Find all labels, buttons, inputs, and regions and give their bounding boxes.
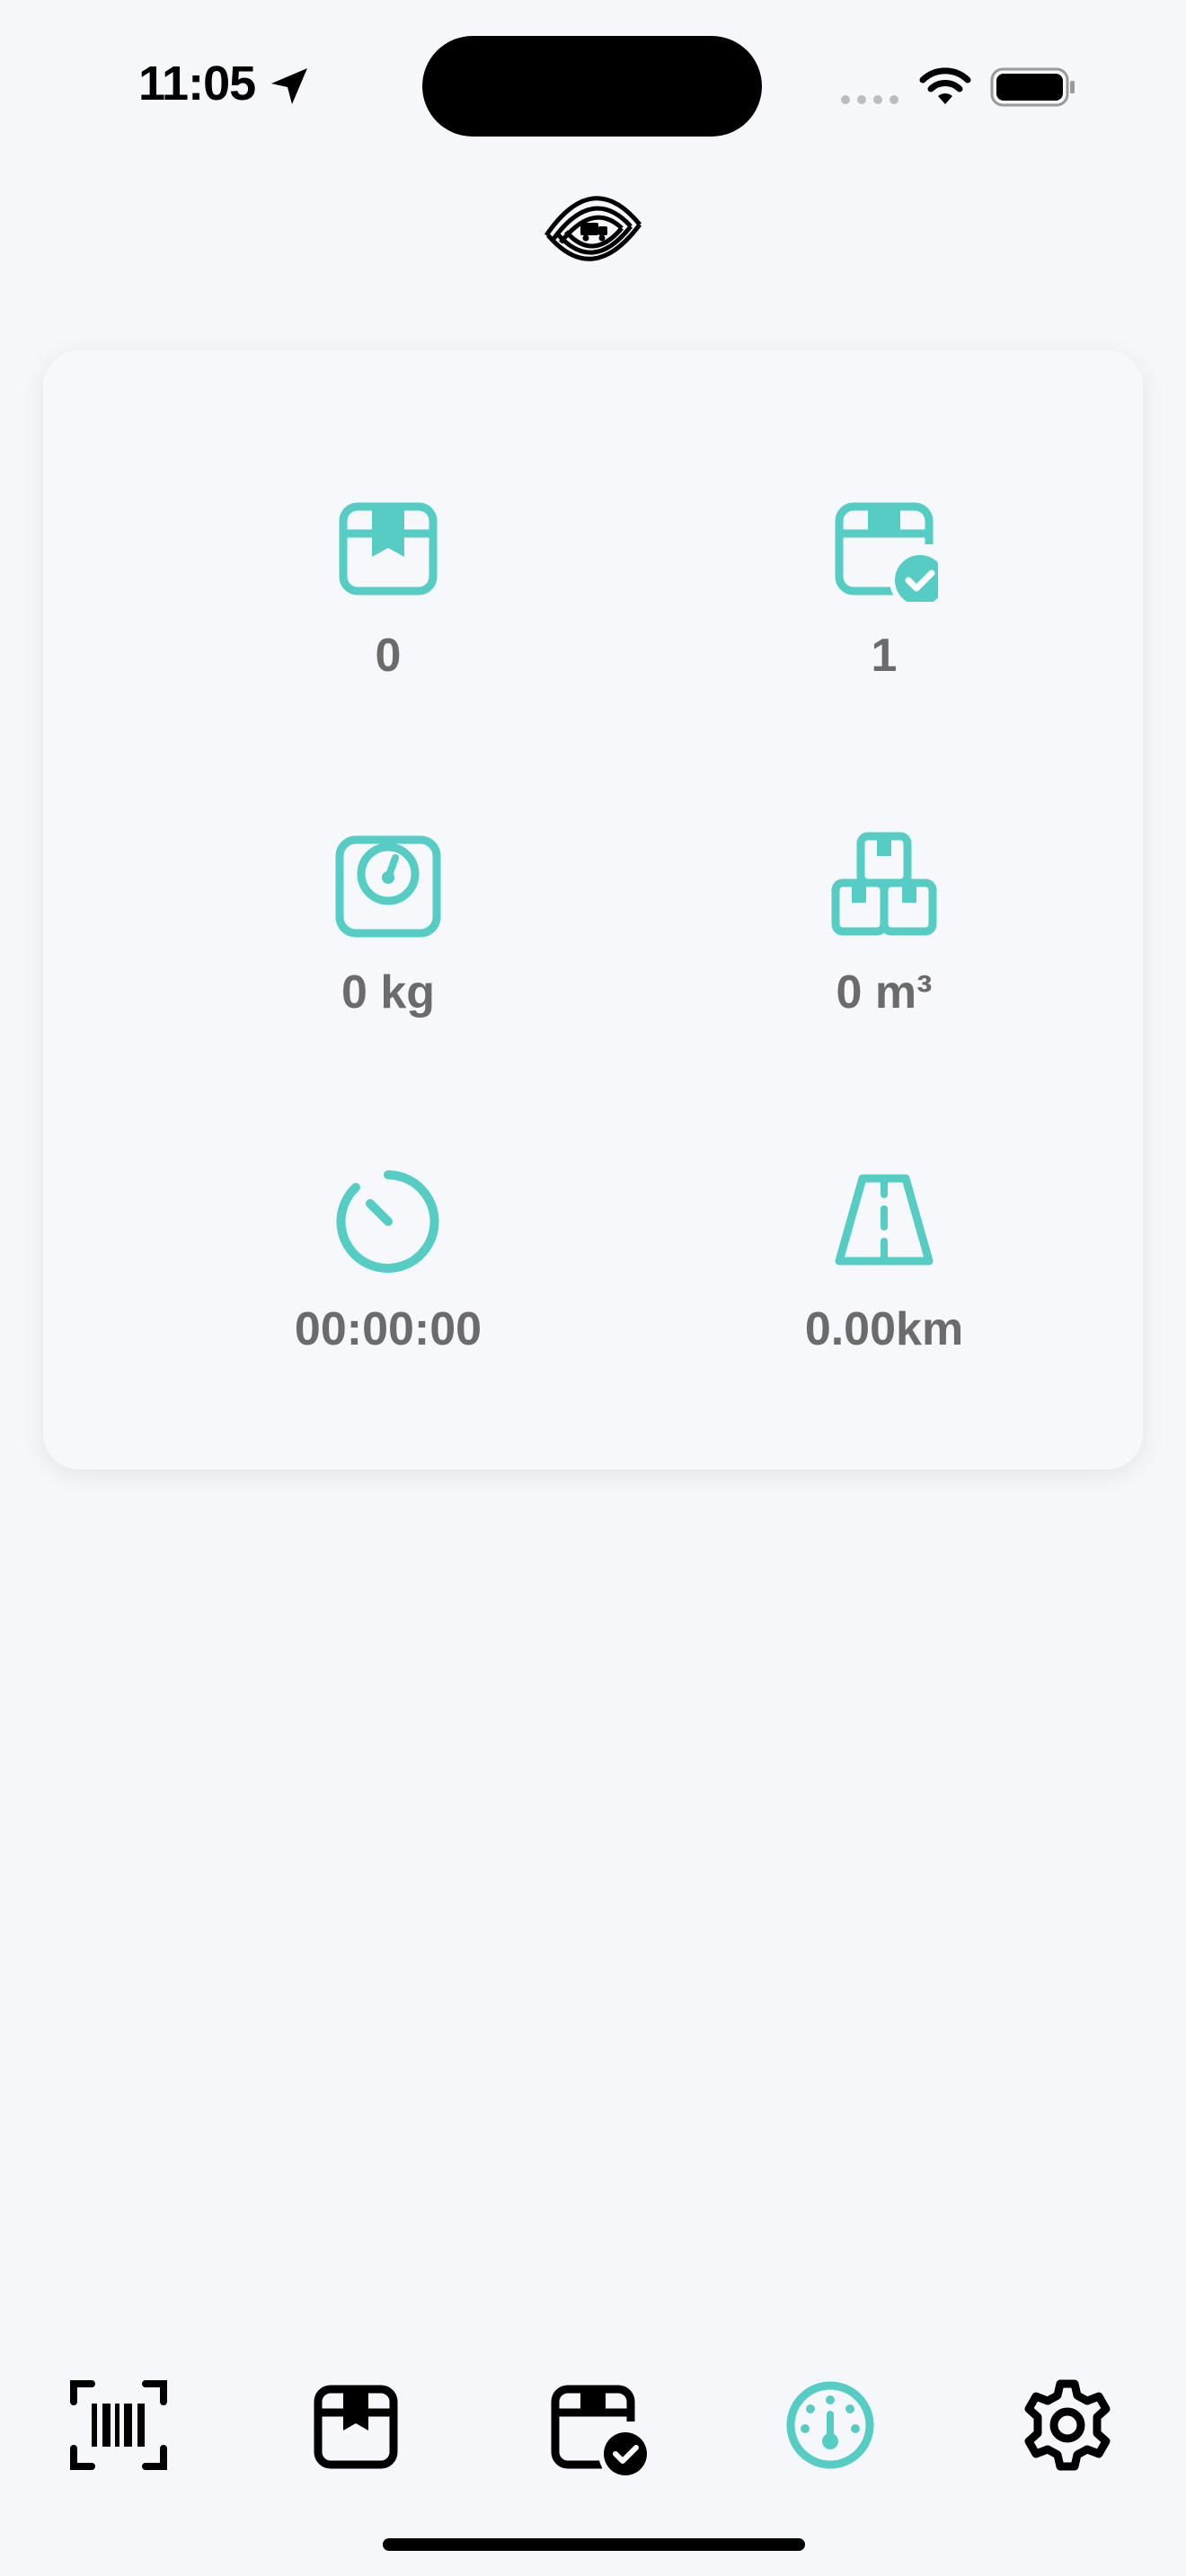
package-icon xyxy=(314,2385,398,2469)
stat-value: 1 xyxy=(871,630,898,682)
gauge-icon xyxy=(786,2381,874,2469)
stat-value: 0 xyxy=(375,630,402,682)
barcode-scan-icon xyxy=(70,2380,167,2470)
status-time: 11:05 xyxy=(138,57,256,110)
stat-volume: 0 m³ xyxy=(704,831,1064,1082)
battery-icon xyxy=(990,67,1075,107)
location-arrow-icon xyxy=(271,68,307,104)
package-check-icon xyxy=(835,502,938,602)
signal-dots-icon xyxy=(841,95,898,104)
stat-value: 0 kg xyxy=(341,966,436,1019)
tab-bar xyxy=(0,2335,1186,2497)
tab-scan[interactable] xyxy=(65,2371,173,2479)
stat-value: 00:00:00 xyxy=(294,1303,482,1355)
home-indicator[interactable] xyxy=(383,2538,805,2551)
tab-packages[interactable] xyxy=(302,2371,410,2479)
tab-delivered[interactable] xyxy=(539,2371,652,2481)
gear-icon xyxy=(1024,2379,1111,2471)
stat-duration: 00:00:00 xyxy=(208,1168,568,1419)
stat-distance: 0.00km xyxy=(704,1168,1064,1419)
package-icon xyxy=(339,502,438,595)
stat-delivered-packages: 1 xyxy=(704,494,1064,745)
dynamic-island xyxy=(422,36,762,137)
status-bar: 11:05 xyxy=(0,0,1186,180)
wifi-icon xyxy=(919,67,971,104)
tab-dashboard[interactable] xyxy=(776,2371,884,2479)
boxes-icon xyxy=(831,832,937,936)
timer-icon xyxy=(336,1170,439,1273)
road-icon xyxy=(835,1174,934,1266)
scale-icon xyxy=(335,835,441,938)
stat-value: 0 m³ xyxy=(836,966,933,1019)
stat-value: 0.00km xyxy=(804,1303,964,1355)
app-logo-icon xyxy=(544,196,642,261)
tab-settings[interactable] xyxy=(1013,2371,1121,2479)
stat-open-packages: 0 xyxy=(208,494,568,745)
stats-card: 0 1 0 kg 0 m³ 00:00:00 0.00km xyxy=(43,350,1143,1469)
package-check-icon xyxy=(551,2385,652,2481)
stat-weight: 0 kg xyxy=(208,831,568,1082)
